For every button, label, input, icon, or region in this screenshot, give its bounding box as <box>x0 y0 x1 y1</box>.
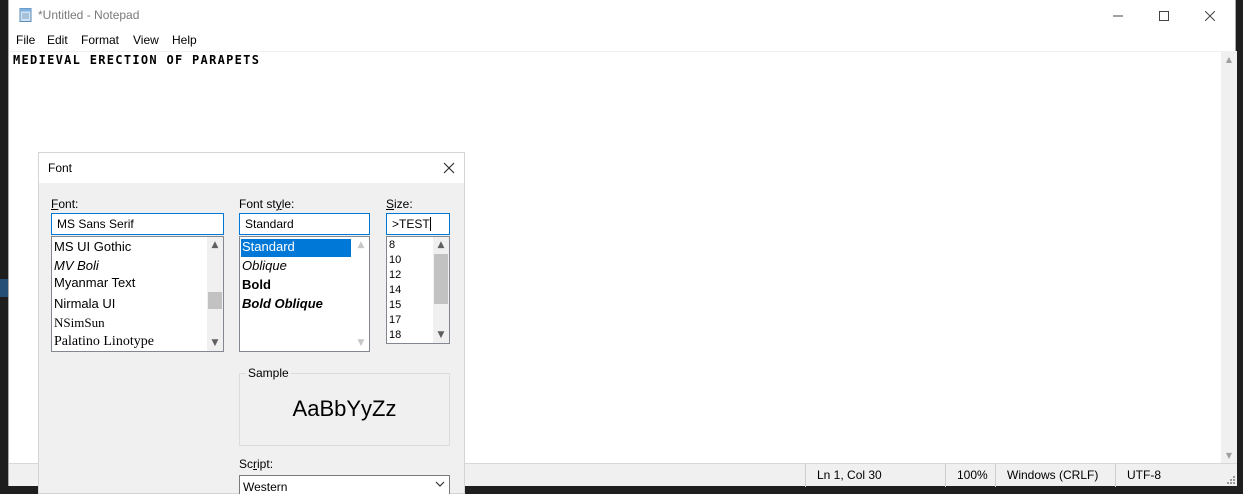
script-select[interactable]: Western <box>239 475 450 494</box>
menu-help[interactable]: Help <box>172 33 197 47</box>
font-dialog-close-button[interactable] <box>439 158 459 178</box>
font-size-list-scrollbar[interactable]: ▲ ▼ <box>433 237 449 343</box>
font-list[interactable]: MS UI Gothic MV Boli Myanmar Text Nirmal… <box>51 236 224 352</box>
maximize-icon <box>1159 10 1169 21</box>
chevron-down-icon[interactable]: ▼ <box>207 335 223 351</box>
sample-group: Sample AaBbYyZz <box>239 366 450 446</box>
font-dialog-title-bar[interactable]: Font <box>39 153 464 183</box>
font-label: Font: <box>51 197 79 211</box>
list-item[interactable]: Bold Oblique <box>242 296 323 311</box>
editor-content: MEDIEVAL ERECTION OF PARAPETS <box>13 53 261 67</box>
font-style-list[interactable]: Standard Oblique Bold Bold Oblique ▲ ▼ <box>239 236 370 352</box>
scroll-up-icon[interactable]: ▲ <box>1221 51 1237 67</box>
list-item[interactable]: 8 <box>389 239 395 251</box>
status-encoding: UTF-8 <box>1115 464 1225 487</box>
size-label: Size: <box>386 197 413 211</box>
scroll-thumb[interactable] <box>208 292 222 309</box>
background-left-strip <box>0 0 8 494</box>
close-icon <box>443 162 455 174</box>
list-item[interactable]: 14 <box>389 284 401 296</box>
chevron-down-icon <box>435 479 445 492</box>
font-list-scrollbar[interactable]: ▲ ▼ <box>207 237 223 351</box>
font-dialog-title: Font <box>48 161 73 175</box>
editor-vertical-scrollbar[interactable]: ▲ ▼ <box>1221 51 1237 463</box>
list-item[interactable]: Bold <box>242 277 271 292</box>
title-bar[interactable]: *Untitled - Notepad <box>9 0 1235 31</box>
resize-grip-icon[interactable] <box>1225 474 1235 484</box>
list-item[interactable]: MS UI Gothic <box>54 239 131 254</box>
font-style-label: Font style: <box>239 197 295 211</box>
close-icon <box>1205 10 1215 21</box>
sample-label: Sample <box>246 366 291 380</box>
window-title: *Untitled - Notepad <box>38 8 140 22</box>
font-style-list-scrollbar[interactable]: ▲ ▼ <box>353 237 369 351</box>
list-item[interactable]: NSimSun <box>54 315 105 331</box>
list-item[interactable]: MV Boli <box>54 258 99 273</box>
list-item[interactable]: Myanmar Text <box>54 275 135 290</box>
list-item[interactable]: Nirmala UI <box>54 296 115 311</box>
status-zoom: 100% <box>945 464 995 487</box>
chevron-down-icon[interactable]: ▼ <box>433 327 449 343</box>
menu-file[interactable]: File <box>16 33 35 47</box>
minimize-button[interactable] <box>1095 0 1141 31</box>
list-item[interactable]: 15 <box>389 299 401 311</box>
font-size-input[interactable]: >TEST <box>386 213 450 235</box>
script-label: Script: <box>239 457 274 471</box>
menu-view[interactable]: View <box>133 33 159 47</box>
font-style-input[interactable]: Standard <box>239 213 370 235</box>
scroll-thumb[interactable] <box>434 254 448 304</box>
minimize-icon <box>1113 15 1123 16</box>
scroll-down-icon[interactable]: ▼ <box>1221 447 1237 463</box>
chevron-down-icon[interactable]: ▼ <box>353 335 369 351</box>
notepad-icon <box>19 8 32 22</box>
background-highlight <box>0 279 8 297</box>
menu-edit[interactable]: Edit <box>47 33 68 47</box>
list-item[interactable]: Oblique <box>242 258 287 273</box>
sample-preview-text: AaBbYyZz <box>292 396 397 421</box>
font-dialog: Font Font: Font style: Size: MS Sans Ser… <box>38 152 465 494</box>
chevron-up-icon[interactable]: ▲ <box>433 237 449 253</box>
list-item-selected[interactable]: Standard <box>241 239 351 257</box>
list-item[interactable]: 17 <box>389 314 401 326</box>
list-item[interactable]: 18 <box>389 329 401 341</box>
status-line-ending: Windows (CRLF) <box>995 464 1115 487</box>
close-button[interactable] <box>1187 0 1233 31</box>
font-name-input[interactable]: MS Sans Serif <box>51 213 224 235</box>
list-item[interactable]: Palatino Linotype <box>54 334 154 350</box>
menu-format[interactable]: Format <box>81 33 119 47</box>
script-select-value: Western <box>243 480 288 494</box>
menu-bar: File Edit Format View Help <box>9 31 1235 51</box>
font-size-list[interactable]: 8 10 12 14 15 17 18 ▲ ▼ <box>386 236 450 344</box>
list-item[interactable]: 10 <box>389 254 401 266</box>
status-position: Ln 1, Col 30 <box>805 464 945 487</box>
list-item[interactable]: 12 <box>389 269 401 281</box>
maximize-button[interactable] <box>1141 0 1187 31</box>
chevron-up-icon[interactable]: ▲ <box>207 237 223 253</box>
chevron-up-icon[interactable]: ▲ <box>353 237 369 253</box>
